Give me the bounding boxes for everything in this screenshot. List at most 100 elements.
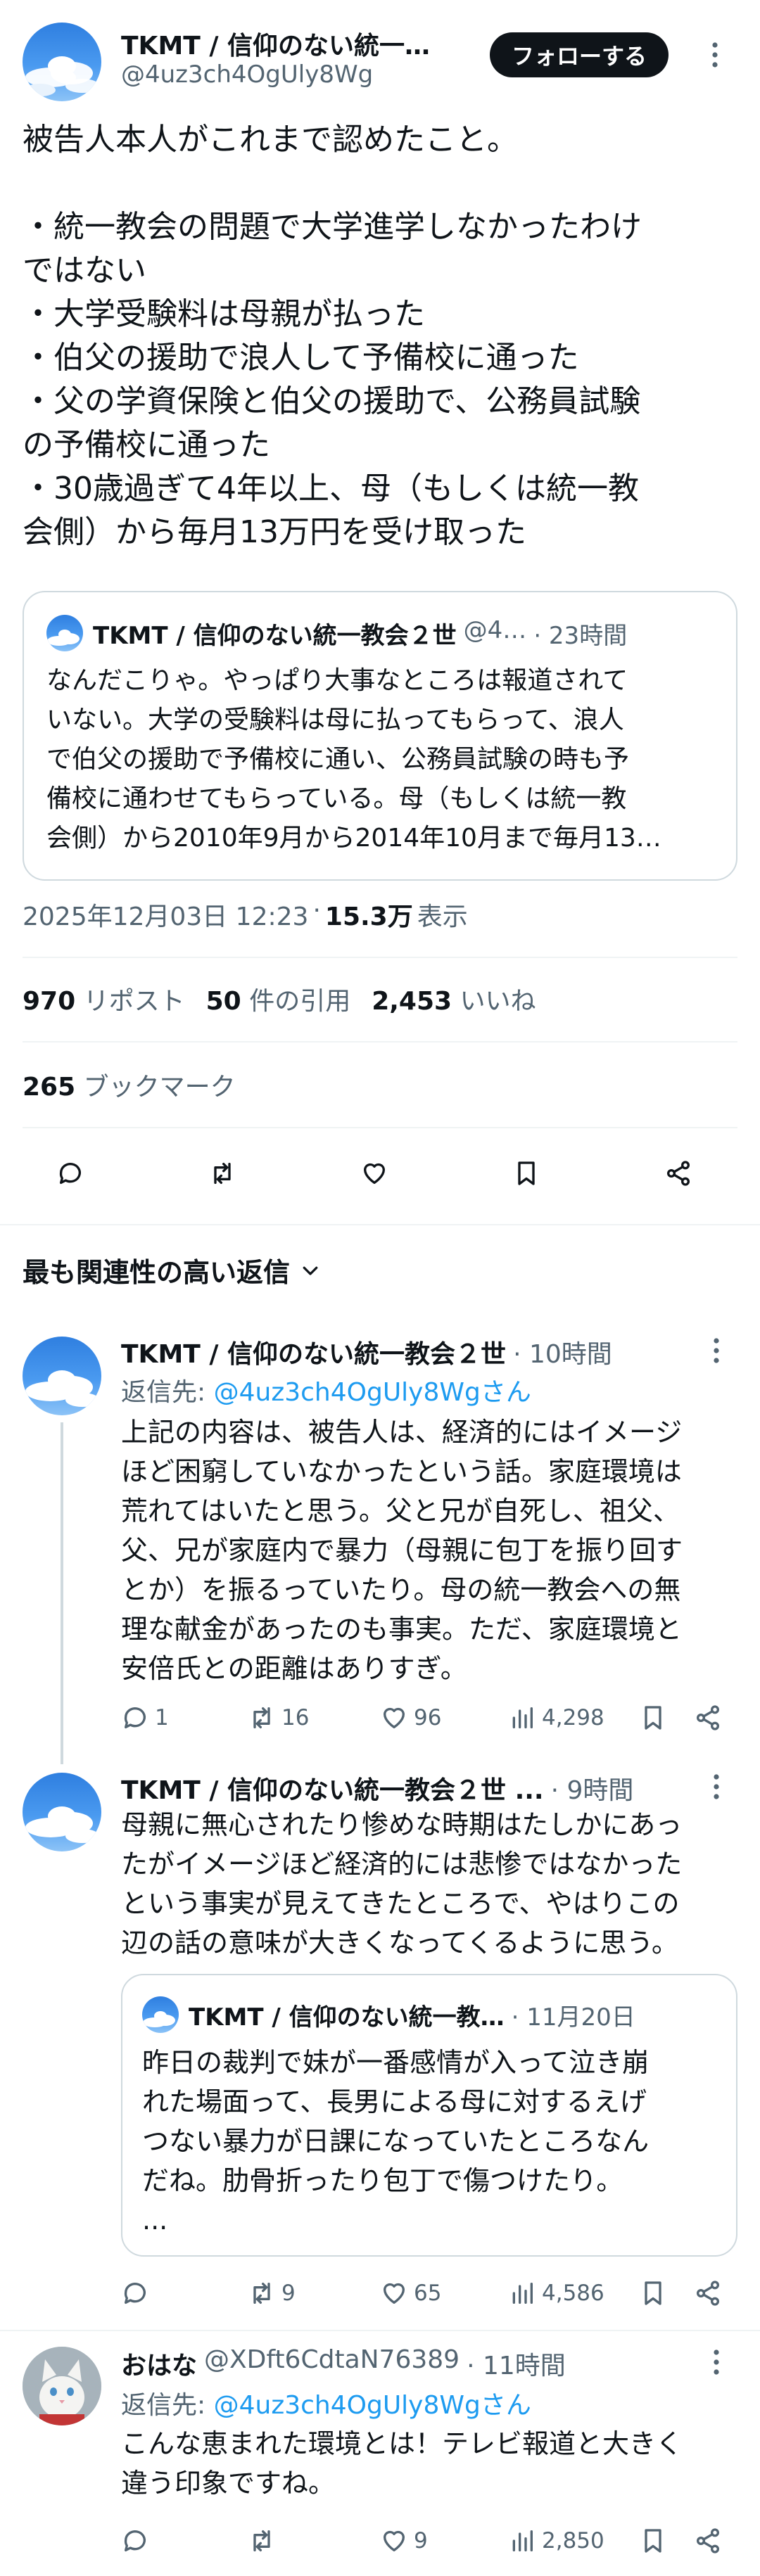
bookmark-icon[interactable] xyxy=(512,1159,540,1187)
reply-repost-button[interactable]: 16 xyxy=(248,1704,309,1732)
tweet-line: の予備校に通った xyxy=(23,427,270,463)
reply-like-button[interactable]: 65 xyxy=(380,2279,441,2307)
reply-to-handle[interactable]: @4uz3ch4OgUly8Wgさん xyxy=(214,2391,531,2420)
quoted-line: れた場面って、長男による母に対するえげ xyxy=(142,2086,647,2117)
reply-like-button[interactable]: 96 xyxy=(380,1704,441,1732)
reply-more-icon[interactable] xyxy=(712,1773,721,1801)
follow-button[interactable]: フォローする xyxy=(490,32,669,77)
reply-to: 返信先: @4uz3ch4OgUly8Wgさん xyxy=(121,2385,531,2421)
reply-more-icon[interactable] xyxy=(712,1337,721,1365)
reposts-stat[interactable]: 970 リポスト xyxy=(23,981,185,1017)
author-avatar[interactable] xyxy=(23,23,101,101)
tweet-line: ・伯父の援助で浪人して予備校に通った xyxy=(23,340,579,376)
quoted-line: なんだこりゃ。やっぱり大事なところは報道されて xyxy=(46,666,628,695)
reply-author-name[interactable]: TKMT / 信仰のない統一教会２世 xyxy=(121,1334,506,1370)
reply-bookmark-button[interactable] xyxy=(639,1704,667,1732)
quoted-author-avatar xyxy=(142,1996,179,2033)
replies-sort-dropdown[interactable]: 最も関連性の高い返信 xyxy=(23,1251,321,1289)
reply-avatar[interactable] xyxy=(23,1773,101,1851)
reply-reply-button[interactable] xyxy=(121,2279,155,2307)
tweet-line: ・統一教会の問題で大学進学しなかったわけ xyxy=(23,209,642,245)
reply-text: 上記の内容は、被告人は、経済的にはイメージ ほど困窮していなかったという話。家庭… xyxy=(121,1413,737,1688)
tweet-meta: 2025年12月03日 12:23 · 15.3万 表示 xyxy=(23,896,468,933)
tweet-text: 被告人本人がこれまで認めたこと。 ・統一教会の問題で大学進学しなかったわけ では… xyxy=(23,118,737,554)
divider xyxy=(23,957,737,958)
reply-author-name[interactable]: TKMT / 信仰のない統一教会２世 ... xyxy=(121,1770,544,1806)
repost-icon[interactable] xyxy=(208,1159,236,1187)
views-count: 2,850 xyxy=(542,2528,604,2553)
reply-quoted-tweet[interactable]: TKMT / 信仰のない統一教… · 11月20日 昨日の裁判で妹が一番感情が入… xyxy=(121,1974,737,2257)
tweet-line: ・父の学資保険と伯父の援助で、公務員試験 xyxy=(23,383,641,419)
separator-dot: · xyxy=(312,896,321,925)
author-name[interactable]: TKMT / 信仰のない統一… xyxy=(121,25,430,62)
quoted-line: いない。大学の受験料は母に払ってもらって、浪人 xyxy=(46,706,624,734)
quoted-line: つない暴力が日課になっていたところなん xyxy=(142,2126,650,2157)
reply-to: 返信先: @4uz3ch4OgUly8Wgさん xyxy=(121,1372,531,1408)
quotes-stat[interactable]: 50 件の引用 xyxy=(206,981,351,1017)
tweet-timestamp[interactable]: 2025年12月03日 12:23 xyxy=(23,896,308,933)
reply-header: TKMT / 信仰のない統一教会２世 ... · 9時間 xyxy=(121,1770,633,1806)
sky-avatar-image xyxy=(25,56,99,96)
reply-time[interactable]: · 9時間 xyxy=(551,1770,634,1806)
reply-avatar[interactable] xyxy=(23,2347,101,2425)
reply-repost-button[interactable]: 9 xyxy=(248,2279,296,2307)
reply-line: という事実が見えてきたところで、やはりこの xyxy=(121,1888,680,1919)
reply-views-button[interactable]: 2,850 xyxy=(508,2527,604,2555)
author-handle[interactable]: @4uz3ch4OgUly8Wg xyxy=(121,60,373,89)
views-count: 15.3万 xyxy=(324,903,413,931)
divider xyxy=(23,1127,737,1128)
quoted-line: だね。肋骨折ったり包丁で傷つけたり。 xyxy=(142,2165,623,2196)
quoted-tweet[interactable]: TKMT / 信仰のない統一教会２世 @4… · 23時間 なんだこりゃ。やっぱ… xyxy=(23,591,737,881)
reply-repost-button[interactable] xyxy=(248,2527,281,2555)
reply-avatar[interactable] xyxy=(23,1337,101,1415)
reply-share-button[interactable] xyxy=(694,2527,722,2555)
reply-views-button[interactable]: 4,298 xyxy=(508,1704,604,1732)
follow-button-label: フォローする xyxy=(511,43,647,70)
reply-line: 違う印象ですね。 xyxy=(121,2468,336,2499)
quoted-author-name: TKMT / 信仰のない統一教… xyxy=(189,2003,505,2032)
reply-to-handle[interactable]: @4uz3ch4OgUly8Wgさん xyxy=(214,1378,531,1407)
tweet-line: ではない xyxy=(23,253,146,288)
reply-share-button[interactable] xyxy=(694,1704,722,1732)
reply-time[interactable]: · 11時間 xyxy=(467,2345,566,2382)
reply-views-button[interactable]: 4,586 xyxy=(508,2279,604,2307)
quoted-author-avatar xyxy=(46,615,83,651)
reply-divider xyxy=(0,2330,760,2331)
quoted-line: 昨日の裁判で妹が一番感情が入って泣き崩 xyxy=(142,2047,650,2078)
reply-reply-button[interactable] xyxy=(121,2527,155,2555)
reply-line: 荒れてはいたと思う。父と兄が自死し、祖父、 xyxy=(121,1496,680,1526)
thread-line xyxy=(61,1422,63,1764)
reply-line: 上記の内容は、被告人は、経済的にはイメージ xyxy=(121,1417,683,1448)
like-icon[interactable] xyxy=(360,1159,388,1187)
reply-line: とか）を振るっていたり。母の統一教会への無 xyxy=(121,1574,681,1605)
views-count: 4,298 xyxy=(542,1705,604,1730)
reply-bookmark-button[interactable] xyxy=(639,2527,667,2555)
reply-to-label: 返信先: xyxy=(121,1378,206,1407)
reply-more-icon[interactable] xyxy=(712,2348,721,2376)
reply-line: 理な献金があったのも事実。ただ、家庭環境と xyxy=(121,1614,682,1645)
reply-author-name[interactable]: おはな xyxy=(121,2345,197,2382)
reply-header: TKMT / 信仰のない統一教会２世 · 10時間 xyxy=(121,1334,612,1370)
reply-author-handle[interactable]: @XDft6CdtaN76389 xyxy=(204,2345,460,2382)
quoted-line: ... xyxy=(142,2205,168,2236)
bookmarks-stat[interactable]: 265 ブックマーク xyxy=(23,1066,236,1103)
views-count: 4,586 xyxy=(542,2281,604,2306)
repost-count: 16 xyxy=(281,1705,310,1730)
likes-stat[interactable]: 2,453 いいね xyxy=(372,981,536,1017)
quoted-line: 会側）から2010年9月から2014年10月まで毎月13… xyxy=(46,824,661,853)
reply-icon[interactable] xyxy=(56,1159,84,1187)
share-icon[interactable] xyxy=(664,1159,692,1187)
reply-to-label: 返信先: xyxy=(121,2391,206,2420)
like-count: 96 xyxy=(414,1705,442,1730)
quoted-time: · 11月20日 xyxy=(511,2003,635,2032)
reply-line: 辺の話の意味が大きくなってくるように思う。 xyxy=(121,1927,678,1958)
more-options-icon[interactable] xyxy=(711,41,719,69)
reply-like-button[interactable]: 9 xyxy=(380,2527,428,2555)
tweet-line: 被告人本人がこれまで認めたこと。 xyxy=(23,122,518,158)
reply-bookmark-button[interactable] xyxy=(639,2279,667,2307)
tweet-line xyxy=(23,162,737,205)
quoted-text: なんだこりゃ。やっぱり大事なところは報道されて いない。大学の受験料は母に払って… xyxy=(46,661,719,858)
reply-time[interactable]: · 10時間 xyxy=(513,1334,612,1370)
reply-share-button[interactable] xyxy=(694,2279,722,2307)
reply-reply-button[interactable]: 1 xyxy=(121,1704,169,1732)
